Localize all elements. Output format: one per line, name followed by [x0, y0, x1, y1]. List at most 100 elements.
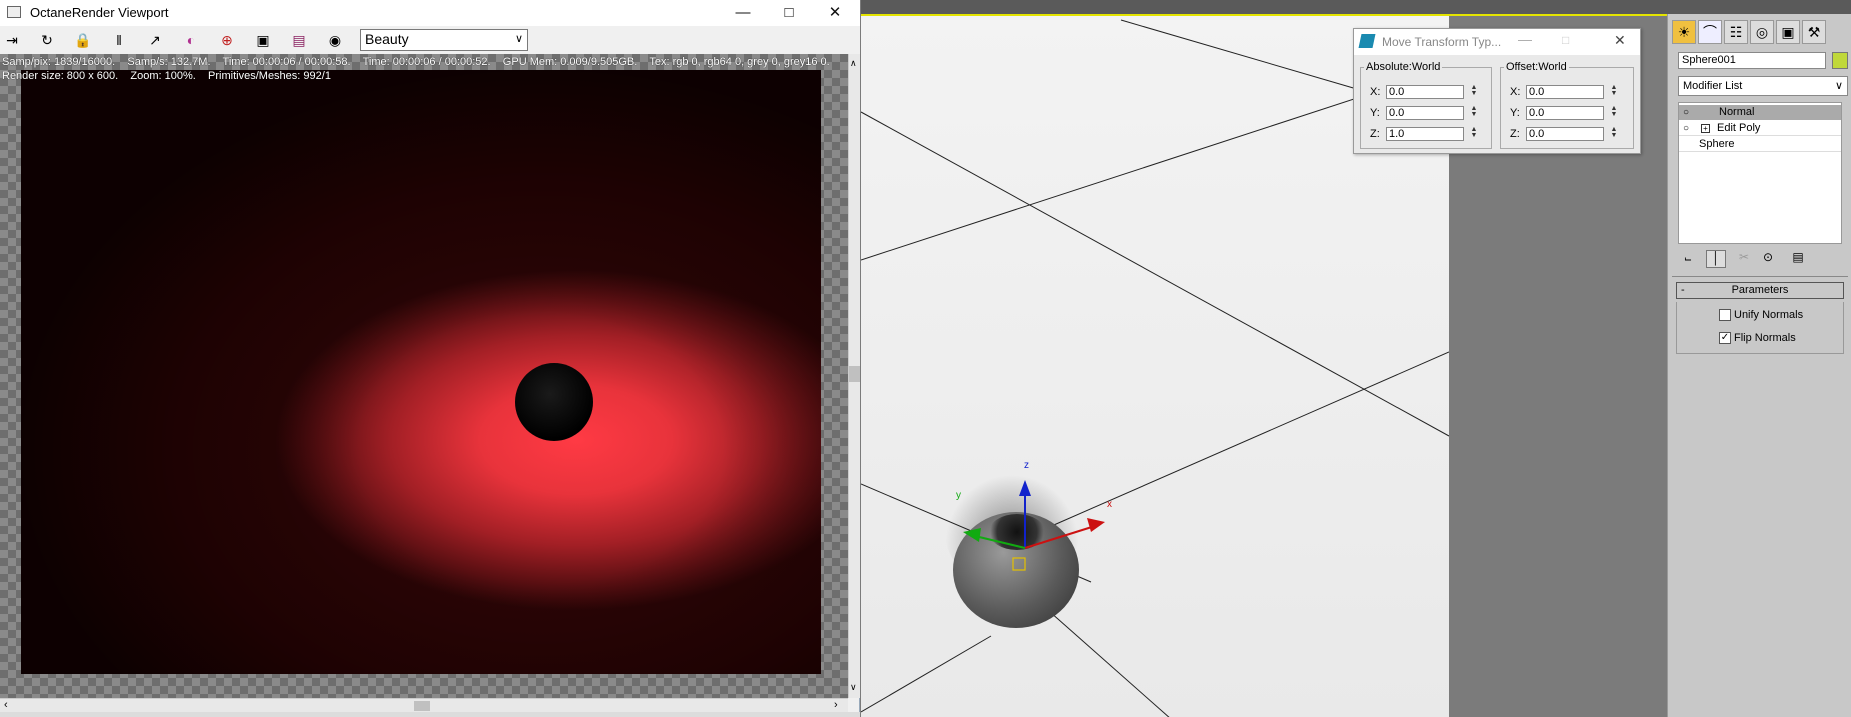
abs-x-field[interactable]: 0.0 — [1386, 85, 1464, 99]
off-z-spinner[interactable]: ▲ ▼ — [1609, 126, 1619, 141]
configure-sets-icon[interactable]: ▤ — [1788, 250, 1808, 268]
viewport-top-strip — [861, 0, 1851, 14]
abs-x-label: X: — [1370, 86, 1381, 98]
gizmo-x-label: x — [1107, 499, 1112, 510]
stack-item-label: Edit Poly — [1717, 122, 1761, 134]
off-y-spinner[interactable]: ▲ ▼ — [1609, 105, 1619, 120]
max-logo-icon — [1358, 34, 1376, 48]
lock-icon[interactable]: 🔒 — [72, 30, 94, 50]
rollout-collapse-icon: - — [1681, 284, 1685, 296]
modify-tab-icon[interactable]: ⌒ — [1698, 20, 1722, 44]
parameters-title: Parameters — [1731, 284, 1789, 296]
create-tab-icon[interactable]: ☀ — [1672, 20, 1696, 44]
move-transform-dialog: Move Transform Typ... — □ ✕ Absolute:Wor… — [1353, 28, 1641, 154]
abs-y-spinner[interactable]: ▲ ▼ — [1469, 105, 1479, 120]
maximize-button: □ — [1562, 33, 1570, 47]
film-icon[interactable]: ▤ — [288, 30, 310, 50]
abs-x-spinner[interactable]: ▲ ▼ — [1469, 84, 1479, 99]
app-icon — [7, 6, 21, 18]
status-line-2: Render size: 800 x 600. Zoom: 100%. Prim… — [2, 70, 331, 82]
off-y-label: Y: — [1510, 107, 1520, 119]
object-name-field[interactable]: Sphere001 — [1678, 52, 1826, 69]
lightbulb-icon[interactable]: ○ — [1683, 107, 1689, 118]
stack-item-label: Sphere — [1699, 138, 1735, 150]
window-bottom-edge — [0, 712, 860, 717]
flip-normals-label: Flip Normals — [1734, 332, 1796, 344]
gizmo-z-label: z — [1024, 460, 1029, 471]
pass-select[interactable]: Beauty ∨ — [360, 29, 528, 51]
octane-titlebar: OctaneRender Viewport — □ ✕ — [0, 0, 860, 26]
minimize-button[interactable]: — — [1518, 31, 1532, 47]
flip-normals-checkbox[interactable]: ✓ — [1719, 332, 1731, 344]
off-z-field[interactable]: 0.0 — [1526, 127, 1604, 141]
modifier-list-dropdown[interactable]: Modifier List ∨ — [1678, 76, 1848, 96]
scroll-down-icon[interactable]: ∨ — [850, 682, 857, 693]
modifier-list-label: Modifier List — [1683, 80, 1743, 92]
histogram-icon[interactable]: ↗ — [144, 30, 166, 50]
off-z-label: Z: — [1510, 128, 1520, 140]
command-panel: ☀ ⌒ ☷ ◎ ▣ ⚒ Sphere001 Modifier List ∨ ○ … — [1667, 14, 1851, 717]
stack-item-label: Normal — [1719, 106, 1755, 118]
maximize-button[interactable]: □ — [766, 0, 812, 26]
object-color-swatch[interactable] — [1832, 52, 1848, 69]
close-button[interactable]: ✕ — [1614, 32, 1626, 49]
make-unique-icon: ✂ — [1738, 250, 1750, 264]
modifier-stack: ○ Normal ○ + Edit Poly Sphere — [1678, 102, 1842, 244]
abs-y-field[interactable]: 0.0 — [1386, 106, 1464, 120]
export-icon[interactable]: ⇥ — [1, 30, 23, 50]
hscroll-thumb[interactable] — [414, 701, 430, 711]
scroll-thumb[interactable] — [849, 366, 860, 382]
camera-icon[interactable]: ◉ — [324, 30, 346, 50]
stack-item-normal[interactable]: ○ Normal — [1679, 105, 1841, 120]
render-image — [21, 70, 821, 674]
chevron-down-icon: ∨ — [1834, 80, 1843, 92]
status-line-1: Samp/pix: 1839/16000. Samp/s: 132.7M. Ti… — [2, 56, 830, 68]
off-x-label: X: — [1510, 86, 1521, 98]
close-button[interactable]: ✕ — [812, 0, 858, 26]
chevron-down-icon: ∨ — [514, 33, 523, 45]
stack-item-sphere[interactable]: Sphere — [1679, 137, 1841, 152]
pass-select-value: Beauty — [365, 31, 409, 47]
vertical-scrollbar[interactable]: ∧ ∨ — [848, 54, 860, 698]
horizontal-scrollbar[interactable]: ‹ › — [0, 698, 848, 712]
abs-z-label: Z: — [1370, 128, 1380, 140]
render-sphere — [515, 363, 593, 441]
region-icon[interactable]: ▣ — [252, 30, 274, 50]
scroll-left-icon[interactable]: ‹ — [4, 699, 8, 711]
remove-modifier-icon[interactable]: ⊙ — [1758, 250, 1778, 268]
window-title: OctaneRender Viewport — [30, 5, 169, 20]
off-x-spinner[interactable]: ▲ ▼ — [1609, 84, 1619, 99]
motion-tab-icon[interactable]: ◎ — [1750, 20, 1774, 44]
pin-stack-icon[interactable]: ⨽ — [1678, 250, 1698, 268]
abs-z-spinner[interactable]: ▲ ▼ — [1469, 126, 1479, 141]
dialog-title: Move Transform Typ... — [1382, 35, 1502, 49]
absolute-label: Absolute:World — [1364, 61, 1443, 73]
expand-plus-icon[interactable]: + — [1701, 124, 1710, 133]
lightbulb-icon[interactable]: ○ — [1683, 123, 1689, 134]
pause-icon[interactable]: ‖ — [108, 30, 130, 50]
abs-y-label: Y: — [1370, 107, 1380, 119]
octane-window: OctaneRender Viewport — □ ✕ ⇥ ↻ 🔒 ‖ ↗ ◐ … — [0, 0, 860, 717]
off-x-field[interactable]: 0.0 — [1526, 85, 1604, 99]
hierarchy-tab-icon[interactable]: ☷ — [1724, 20, 1748, 44]
unify-normals-checkbox[interactable] — [1719, 309, 1731, 321]
parameters-rollout-header[interactable]: - Parameters — [1676, 282, 1844, 299]
unify-normals-label: Unify Normals — [1734, 309, 1804, 321]
dialog-titlebar: Move Transform Typ... — □ ✕ — [1354, 29, 1640, 55]
target-icon[interactable]: ⊕ — [216, 30, 238, 50]
scroll-right-icon[interactable]: › — [834, 699, 838, 711]
utilities-tab-icon[interactable]: ⚒ — [1802, 20, 1826, 44]
stack-item-edit-poly[interactable]: ○ + Edit Poly — [1679, 121, 1841, 136]
abs-z-field[interactable]: 1.0 — [1386, 127, 1464, 141]
show-end-result-icon[interactable]: │ — [1706, 250, 1726, 268]
display-tab-icon[interactable]: ▣ — [1776, 20, 1800, 44]
refresh-icon[interactable]: ↻ — [36, 30, 58, 50]
divider — [1672, 276, 1848, 277]
off-y-field[interactable]: 0.0 — [1526, 106, 1604, 120]
scroll-up-icon[interactable]: ∧ — [850, 58, 857, 69]
gizmo-y-label: y — [956, 490, 961, 501]
move-gizmo[interactable] — [945, 466, 1105, 586]
offset-label: Offset:World — [1504, 61, 1569, 73]
minimize-button[interactable]: — — [720, 0, 766, 26]
color-wheel-icon[interactable]: ◐ — [180, 30, 202, 50]
